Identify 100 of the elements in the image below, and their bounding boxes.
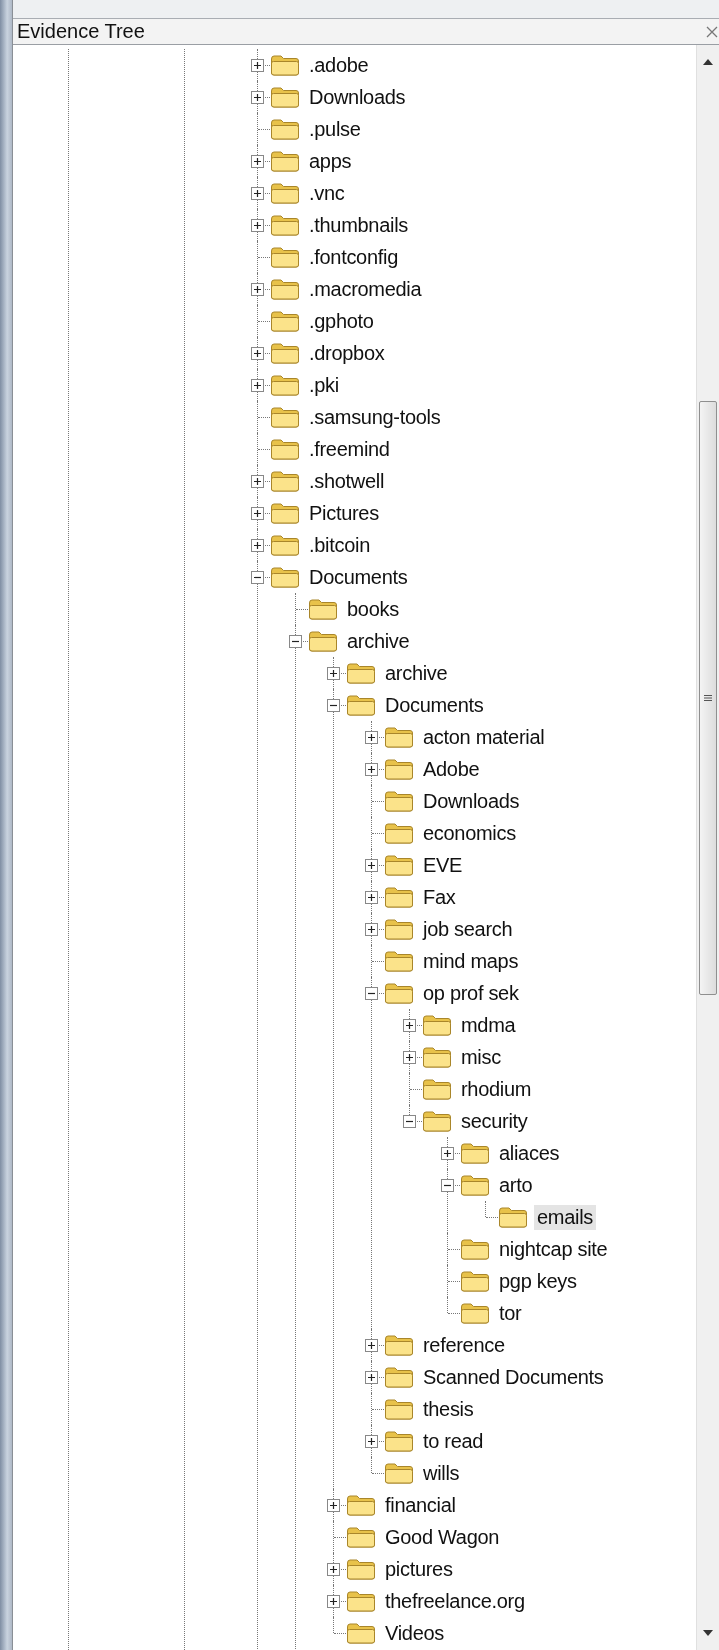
expand-toggle[interactable] — [250, 474, 264, 488]
scrollbar[interactable] — [696, 45, 719, 1650]
folder-icon — [422, 1110, 452, 1132]
folder-name[interactable]: wills — [420, 1460, 463, 1486]
folder-name[interactable]: mind maps — [420, 948, 522, 974]
scroll-down-icon[interactable] — [703, 1630, 713, 1636]
folder-name[interactable]: .dropbox — [306, 340, 388, 366]
expand-toggle[interactable] — [364, 1434, 378, 1448]
scroll-up-icon[interactable] — [703, 59, 713, 65]
plus-icon — [328, 1596, 338, 1606]
expand-toggle[interactable] — [364, 1370, 378, 1384]
folder-name[interactable]: Scanned Documents — [420, 1364, 607, 1390]
folder-icon — [422, 1014, 452, 1036]
expand-toggle[interactable] — [288, 634, 302, 648]
folder-name[interactable]: pictures — [382, 1556, 456, 1582]
expand-toggle[interactable] — [364, 986, 378, 1000]
folder-name[interactable]: financial — [382, 1492, 459, 1518]
folder-icon — [270, 406, 300, 428]
folder-name[interactable]: mdma — [458, 1012, 519, 1038]
folder-name[interactable]: arto — [496, 1172, 536, 1198]
folder-name[interactable]: EVE — [420, 852, 466, 878]
folder-name[interactable]: Downloads — [420, 788, 523, 814]
plus-icon — [404, 1020, 414, 1030]
folder-name[interactable]: to read — [420, 1428, 487, 1454]
folder-name[interactable]: economics — [420, 820, 519, 846]
expand-toggle[interactable] — [250, 218, 264, 232]
folder-name[interactable]: .bitcoin — [306, 532, 373, 558]
expand-toggle[interactable] — [250, 186, 264, 200]
folder-name[interactable]: archive — [382, 660, 451, 686]
expand-toggle[interactable] — [250, 154, 264, 168]
folder-name[interactable]: .vnc — [306, 180, 348, 206]
expand-toggle[interactable] — [364, 858, 378, 872]
expand-toggle[interactable] — [250, 506, 264, 520]
expand-toggle[interactable] — [326, 666, 340, 680]
expand-toggle[interactable] — [364, 730, 378, 744]
folder-name[interactable]: pgp keys — [496, 1268, 580, 1294]
folder-name[interactable]: .shotwell — [306, 468, 388, 494]
folder-name[interactable]: archive — [344, 628, 413, 654]
folder-name[interactable]: .macromedia — [306, 276, 425, 302]
folder-name[interactable]: .gphoto — [306, 308, 377, 334]
folder-name[interactable]: thesis — [420, 1396, 477, 1422]
folder-name[interactable]: .samsung-tools — [306, 404, 444, 430]
plus-icon — [366, 1372, 376, 1382]
expand-toggle[interactable] — [250, 346, 264, 360]
expand-toggle[interactable] — [250, 378, 264, 392]
expand-toggle[interactable] — [440, 1146, 454, 1160]
folder-icon — [270, 86, 300, 108]
folder-name[interactable]: emails — [534, 1204, 596, 1230]
folder-name[interactable]: nightcap site — [496, 1236, 611, 1262]
folder-name[interactable]: .freemind — [306, 436, 393, 462]
folder-name[interactable]: Videos — [382, 1620, 447, 1646]
expand-toggle[interactable] — [326, 1594, 340, 1608]
folder-name[interactable]: acton material — [420, 724, 548, 750]
folder-name[interactable]: reference — [420, 1332, 508, 1358]
folder-name[interactable]: Documents — [306, 564, 411, 590]
expand-toggle[interactable] — [326, 1562, 340, 1576]
folder-name[interactable]: thefreelance.org — [382, 1588, 528, 1614]
folder-name[interactable]: books — [344, 596, 402, 622]
scrollbar-thumb[interactable] — [699, 401, 717, 995]
expand-toggle[interactable] — [326, 1498, 340, 1512]
folder-name[interactable]: Adobe — [420, 756, 483, 782]
expand-toggle[interactable] — [364, 922, 378, 936]
folder-name[interactable]: Good Wagon — [382, 1524, 503, 1550]
folder-name[interactable]: misc — [458, 1044, 504, 1070]
folder-name[interactable]: op prof sek — [420, 980, 522, 1006]
folder-name[interactable]: .pki — [306, 372, 342, 398]
folder-icon — [460, 1174, 490, 1196]
folder-name[interactable]: job search — [420, 916, 516, 942]
folder-name[interactable]: apps — [306, 148, 355, 174]
expand-toggle[interactable] — [250, 282, 264, 296]
expand-toggle[interactable] — [364, 1338, 378, 1352]
folder-name[interactable]: .pulse — [306, 116, 364, 142]
expand-toggle[interactable] — [250, 90, 264, 104]
expand-toggle[interactable] — [250, 538, 264, 552]
expand-toggle[interactable] — [440, 1178, 454, 1192]
folder-name[interactable]: security — [458, 1108, 531, 1134]
folder-name[interactable]: Documents — [382, 692, 487, 718]
expand-toggle[interactable] — [402, 1018, 416, 1032]
folder-name[interactable]: aliaces — [496, 1140, 563, 1166]
folder-name[interactable]: .thumbnails — [306, 212, 411, 238]
folder-icon — [384, 918, 414, 940]
expand-toggle[interactable] — [364, 890, 378, 904]
folder-name[interactable]: Fax — [420, 884, 459, 910]
expand-toggle[interactable] — [402, 1050, 416, 1064]
close-icon[interactable] — [705, 24, 719, 39]
plus-icon — [252, 92, 262, 102]
folder-name[interactable]: tor — [496, 1300, 525, 1326]
folder-name[interactable]: .adobe — [306, 52, 372, 78]
folder-name[interactable]: Downloads — [306, 84, 409, 110]
expand-toggle[interactable] — [250, 570, 264, 584]
folder-name[interactable]: rhodium — [458, 1076, 535, 1102]
folder-icon — [270, 278, 300, 300]
expand-toggle[interactable] — [326, 698, 340, 712]
folder-icon — [346, 694, 376, 716]
folder-name[interactable]: Pictures — [306, 500, 382, 526]
folder-name[interactable]: .fontconfig — [306, 244, 401, 270]
expand-toggle[interactable] — [364, 762, 378, 776]
folder-icon — [346, 1590, 376, 1612]
expand-toggle[interactable] — [402, 1114, 416, 1128]
expand-toggle[interactable] — [250, 58, 264, 72]
